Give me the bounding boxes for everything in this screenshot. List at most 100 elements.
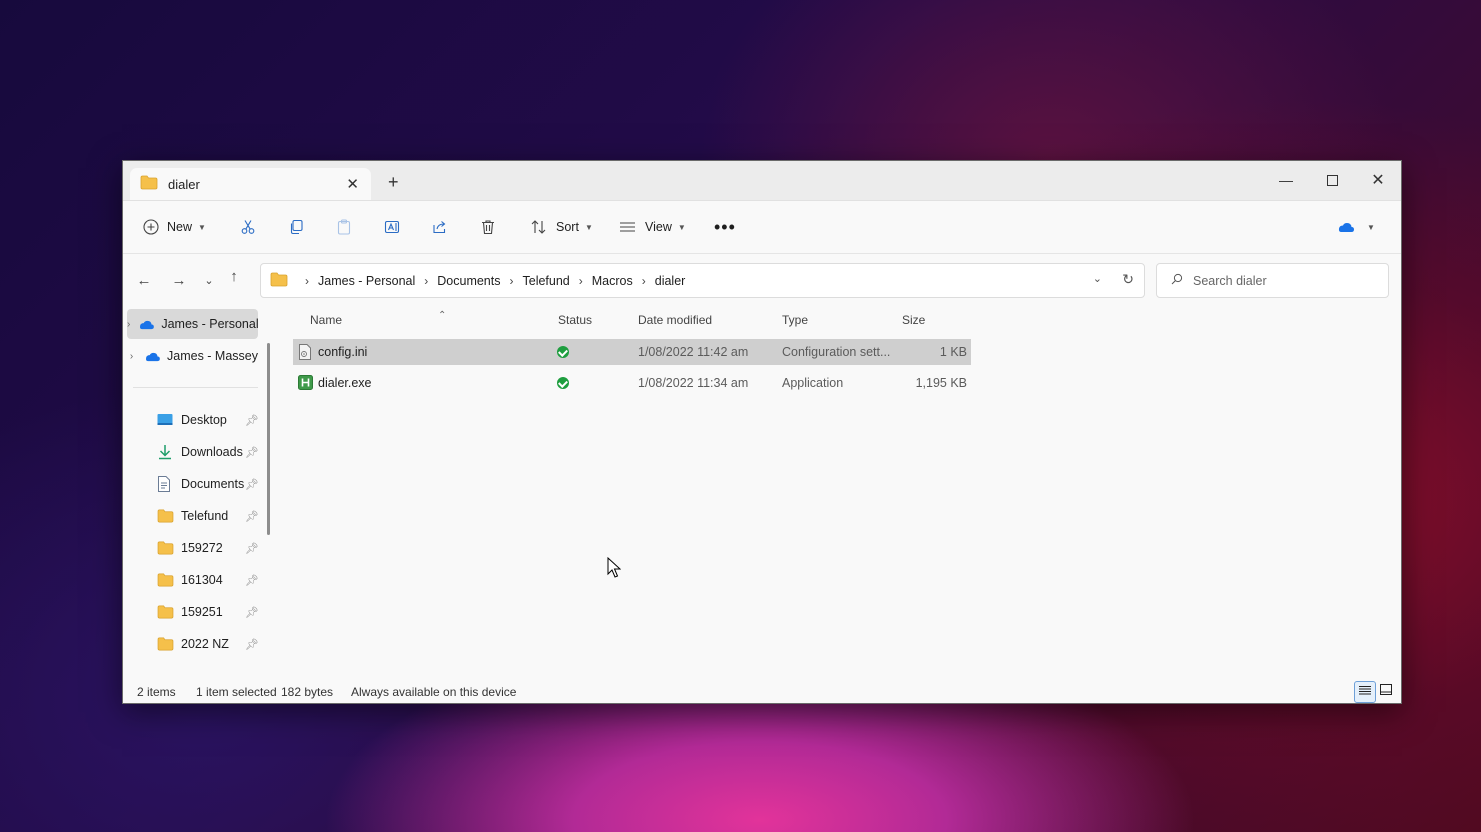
tiles-view-icon xyxy=(1380,684,1392,698)
breadcrumb-item[interactable]: dialer xyxy=(655,274,686,288)
folder-icon xyxy=(157,540,175,556)
chevron-down-icon: ▼ xyxy=(198,222,206,232)
column-header-date-modified[interactable]: Date modified xyxy=(638,313,712,327)
navigation-pane-scrollbar[interactable] xyxy=(267,343,270,535)
download-icon xyxy=(157,444,175,460)
nav-item-james-massey[interactable]: › James - Massey xyxy=(127,341,258,371)
paste-icon xyxy=(336,219,352,235)
document-icon xyxy=(157,476,175,492)
view-list-icon xyxy=(619,219,637,235)
chevron-right-icon[interactable]: › xyxy=(127,319,130,330)
quick-access-label: Downloads xyxy=(181,445,243,459)
quick-access-label: 161304 xyxy=(181,573,223,587)
sort-button[interactable]: Sort ▼ xyxy=(530,215,593,239)
breadcrumb-separator-icon[interactable]: › xyxy=(510,274,514,288)
quick-access-159251[interactable]: 159251 📌︎ xyxy=(153,597,259,627)
back-button[interactable]: ← xyxy=(133,271,155,289)
quick-access-desktop[interactable]: Desktop 📌︎ xyxy=(153,405,259,435)
forward-button[interactable]: → xyxy=(168,271,190,289)
folder-icon xyxy=(157,572,175,588)
availability-status: Always available on this device xyxy=(351,685,517,699)
quick-access-documents[interactable]: Documents 📌︎ xyxy=(153,469,259,499)
chevron-down-icon: ▼ xyxy=(1367,222,1375,232)
column-header-label: Name xyxy=(310,313,343,327)
pin-icon[interactable]: 📌︎ xyxy=(245,606,259,619)
pin-icon[interactable]: 📌︎ xyxy=(245,574,259,587)
tab-dialer[interactable]: dialer ✕ xyxy=(130,168,371,200)
folder-icon xyxy=(270,272,288,290)
chevron-down-icon[interactable]: ⌄ xyxy=(1093,272,1102,285)
selection-count: 1 item selected xyxy=(196,685,277,699)
pin-icon[interactable]: 📌︎ xyxy=(245,510,259,523)
tiles-view-button[interactable] xyxy=(1376,681,1396,701)
close-window-button[interactable]: ✕ xyxy=(1355,167,1401,193)
quick-access-161304[interactable]: 161304 📌︎ xyxy=(153,565,259,595)
details-view-icon xyxy=(1359,685,1371,699)
pin-icon[interactable]: 📌︎ xyxy=(245,638,259,651)
breadcrumb-separator-icon[interactable]: › xyxy=(424,274,428,288)
view-button[interactable]: View ▼ xyxy=(619,215,686,239)
sort-ascending-icon: ⌃ xyxy=(438,310,447,321)
breadcrumb-item[interactable]: Documents xyxy=(437,274,500,288)
item-count: 2 items xyxy=(137,685,176,699)
breadcrumb-item[interactable]: Macros xyxy=(592,274,633,288)
breadcrumb-separator-icon[interactable]: › xyxy=(579,274,583,288)
details-view-button[interactable] xyxy=(1354,681,1376,703)
cut-button[interactable] xyxy=(240,215,256,239)
address-bar[interactable]: › James - Personal › Documents › Telefun… xyxy=(260,263,1145,298)
search-box[interactable] xyxy=(1156,263,1389,298)
chevron-right-icon[interactable]: › xyxy=(127,351,136,362)
search-input[interactable] xyxy=(1191,272,1375,289)
breadcrumb-separator-icon[interactable]: › xyxy=(305,274,309,288)
breadcrumb-item[interactable]: James - Personal xyxy=(318,274,415,288)
file-row-config-ini[interactable]: config.ini 1/08/2022 11:42 am Configurat… xyxy=(293,339,971,365)
desktop-icon xyxy=(157,412,175,428)
share-button[interactable] xyxy=(432,215,448,239)
search-icon xyxy=(1171,273,1183,288)
maximize-button[interactable] xyxy=(1309,167,1355,193)
quick-access-label: Telefund xyxy=(181,509,229,523)
title-bar: dialer ✕ + — ✕ xyxy=(123,161,1401,201)
delete-button[interactable] xyxy=(480,215,496,239)
sort-label: Sort xyxy=(556,220,579,234)
pin-icon[interactable]: 📌︎ xyxy=(245,542,259,555)
quick-access-telefund[interactable]: Telefund 📌︎ xyxy=(153,501,259,531)
quick-access-downloads[interactable]: Downloads 📌︎ xyxy=(153,437,259,467)
trash-icon xyxy=(480,219,496,235)
up-button[interactable]: ↑ xyxy=(223,267,245,285)
close-tab-icon[interactable]: ✕ xyxy=(346,175,359,193)
copy-button[interactable] xyxy=(288,215,304,239)
nav-item-james-personal[interactable]: › James - Personal xyxy=(127,309,258,339)
column-header-type[interactable]: Type xyxy=(782,313,808,327)
more-options-button[interactable]: ••• xyxy=(714,215,736,239)
refresh-icon[interactable]: ↻ xyxy=(1122,271,1134,288)
status-bar: 2 items 1 item selected 182 bytes Always… xyxy=(123,679,1401,703)
quick-access-2022-nz[interactable]: 2022 NZ 📌︎ xyxy=(153,629,259,659)
view-label: View xyxy=(645,220,672,234)
chevron-down-icon: ▼ xyxy=(677,222,686,232)
pin-icon[interactable]: 📌︎ xyxy=(245,478,259,491)
pin-icon[interactable]: 📌︎ xyxy=(245,414,259,427)
navigation-pane: › James - Personal › James - Massey Desk… xyxy=(123,301,268,681)
scissors-icon xyxy=(240,219,256,235)
breadcrumb-separator-icon[interactable]: › xyxy=(642,274,646,288)
file-row-dialer-exe[interactable]: dialer.exe 1/08/2022 11:34 am Applicatio… xyxy=(293,370,971,396)
ellipsis-icon: ••• xyxy=(714,216,736,237)
onedrive-button[interactable]: ▼ xyxy=(1337,215,1375,239)
pin-icon[interactable]: 📌︎ xyxy=(245,446,259,459)
column-header-size[interactable]: Size xyxy=(902,313,925,327)
new-button[interactable]: New ▼ xyxy=(143,215,206,239)
rename-button[interactable] xyxy=(384,215,400,239)
onedrive-cloud-icon xyxy=(1337,221,1355,233)
column-header-name[interactable]: Name ⌃ xyxy=(310,310,446,327)
quick-access-159272[interactable]: 159272 📌︎ xyxy=(153,533,259,563)
recent-locations-button[interactable]: ⌄ xyxy=(198,271,220,289)
breadcrumb-item[interactable]: Telefund xyxy=(523,274,570,288)
file-date: 1/08/2022 11:42 am xyxy=(638,345,749,359)
column-header-status[interactable]: Status xyxy=(558,313,592,327)
minimize-button[interactable]: — xyxy=(1263,167,1309,193)
sort-icon xyxy=(530,219,548,235)
file-size: 1 KB xyxy=(939,345,967,359)
new-tab-button[interactable]: + xyxy=(388,173,399,191)
file-name: config.ini xyxy=(318,345,368,359)
